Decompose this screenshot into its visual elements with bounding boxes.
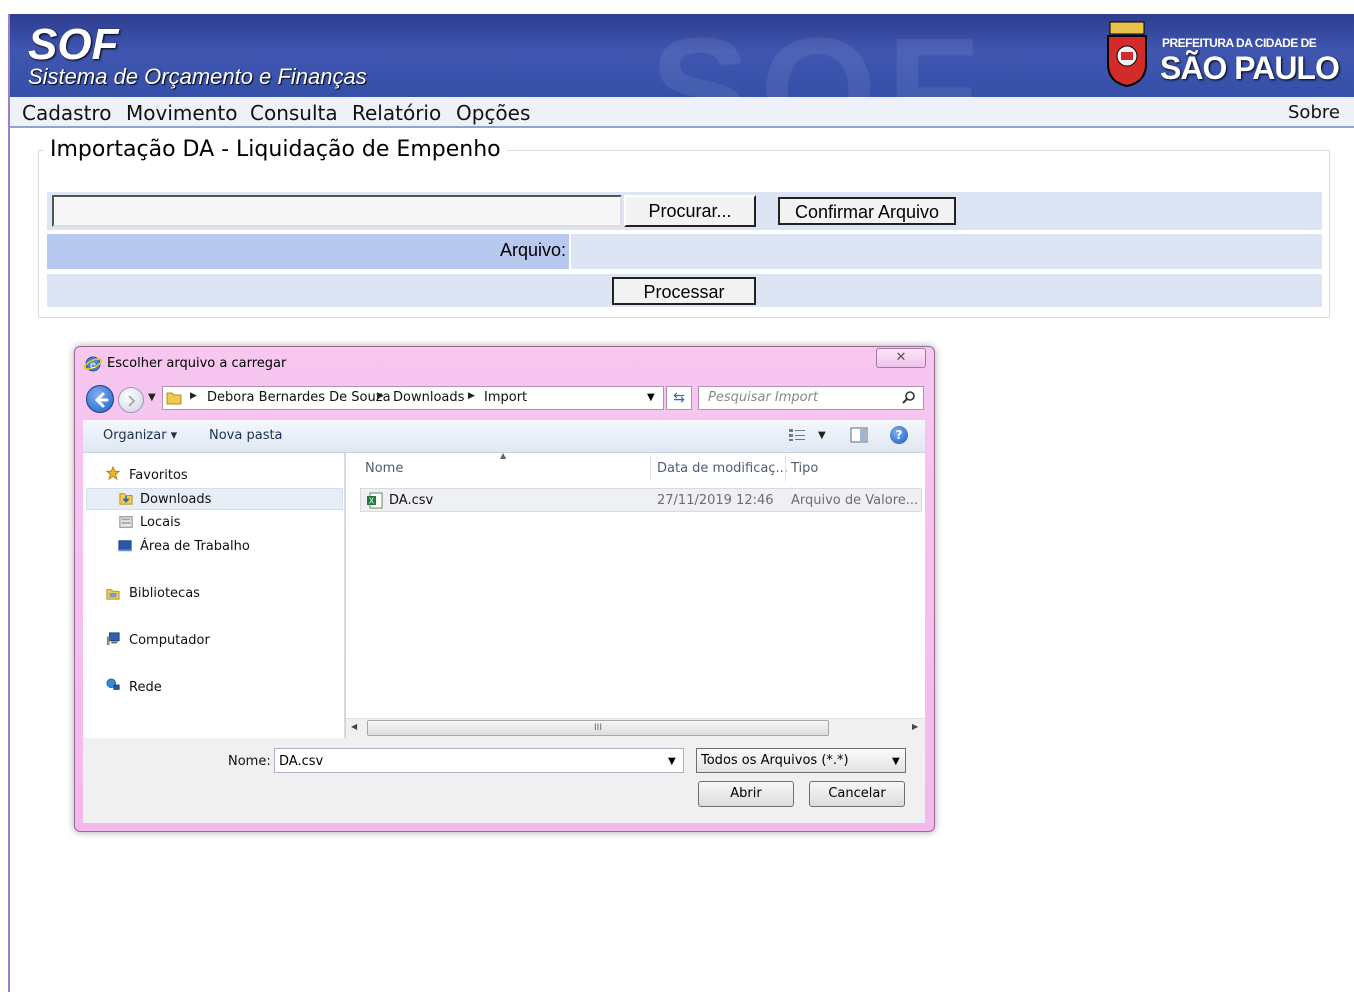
address-dropdown-icon[interactable]: ▼ — [647, 392, 655, 403]
network-icon — [106, 678, 120, 690]
view-options-icon[interactable] — [788, 428, 806, 442]
nav-libraries[interactable]: Bibliotecas — [129, 586, 200, 601]
forward-button[interactable] — [118, 387, 144, 413]
sof-subtitle: Sistema de Orçamento e Finanças — [28, 64, 367, 89]
ie-icon: e — [84, 356, 102, 372]
column-separator[interactable] — [785, 455, 786, 481]
dialog-title: Escolher arquivo a carregar — [107, 356, 287, 371]
svg-text:e: e — [90, 360, 96, 371]
menu-sobre[interactable]: Sobre — [1288, 102, 1340, 123]
nav-network[interactable]: Rede — [129, 680, 162, 695]
city-name-line1: PREFEITURA DA CIDADE DE — [1162, 36, 1317, 50]
history-dropdown-icon[interactable]: ▼ — [148, 392, 156, 403]
column-header-name[interactable]: Nome — [365, 461, 403, 476]
scroll-left-icon[interactable]: ◀ — [351, 722, 357, 731]
sof-logo: SOF — [28, 20, 119, 69]
dialog-close-button[interactable]: ✕ — [876, 348, 926, 368]
header-banner: SOF SOF Sistema de Orçamento e Finanças … — [10, 14, 1354, 97]
refresh-button[interactable]: ⇆ — [666, 386, 692, 410]
breadcrumb-user[interactable]: Debora Bernardes De Souza — [207, 390, 391, 405]
menu-bar: Cadastro Movimento Consulta Relatório Op… — [10, 97, 1354, 128]
help-icon[interactable]: ? — [890, 426, 908, 444]
nav-locais[interactable]: Locais — [140, 515, 180, 530]
column-separator[interactable] — [650, 455, 651, 481]
view-dropdown-icon[interactable]: ▼ — [818, 430, 826, 441]
nav-favorites[interactable]: Favoritos — [129, 468, 188, 483]
nav-computer[interactable]: Computador — [129, 633, 210, 648]
organize-menu[interactable]: Organizar ▾ — [103, 428, 177, 443]
city-emblem-icon — [1107, 21, 1147, 88]
menu-opcoes[interactable]: Opções — [456, 101, 530, 125]
browse-button[interactable]: Procurar... — [624, 195, 756, 227]
city-name-line2: SÃO PAULO — [1160, 50, 1340, 86]
folder-icon — [166, 392, 182, 405]
search-placeholder: Pesquisar Import — [708, 390, 819, 405]
open-button[interactable]: Abrir — [698, 781, 794, 807]
breadcrumb-import[interactable]: Import — [484, 390, 527, 405]
file-name-label: Nome: — [228, 754, 271, 769]
recent-places-icon — [119, 516, 133, 528]
cancel-button[interactable]: Cancelar — [809, 781, 905, 807]
sort-ascending-icon: ▲ — [500, 451, 507, 460]
search-icon[interactable] — [902, 390, 916, 404]
nav-downloads[interactable]: Downloads — [140, 492, 211, 507]
computer-icon — [106, 632, 120, 646]
scroll-right-icon[interactable]: ▶ — [912, 722, 918, 731]
process-button[interactable]: Processar — [612, 277, 756, 305]
scrollbar-thumb[interactable]: III — [367, 720, 829, 736]
file-name[interactable]: DA.csv — [389, 493, 433, 508]
svg-text:X: X — [369, 497, 375, 506]
file-name-input[interactable]: DA.csv — [274, 748, 684, 773]
star-icon — [105, 466, 121, 480]
file-value-cell — [571, 234, 1322, 269]
menu-relatorio[interactable]: Relatório — [352, 101, 441, 125]
menu-cadastro[interactable]: Cadastro — [22, 101, 111, 125]
preview-pane-icon[interactable] — [850, 427, 868, 443]
confirm-file-button[interactable]: Confirmar Arquivo — [778, 197, 956, 225]
desktop-icon — [118, 540, 132, 552]
breadcrumb-separator: ▶ — [190, 391, 197, 401]
page-title: Importação DA - Liquidação de Empenho — [44, 137, 507, 162]
file-path-input[interactable] — [52, 195, 622, 227]
downloads-folder-icon — [119, 493, 133, 505]
file-type: Arquivo de Valore... — [791, 493, 919, 508]
arrow-right-icon — [128, 395, 136, 407]
libraries-icon — [106, 589, 120, 600]
file-date: 27/11/2019 12:46 — [657, 493, 774, 508]
column-header-date[interactable]: Data de modificaç... — [657, 461, 788, 476]
nav-desktop[interactable]: Área de Trabalho — [140, 539, 250, 554]
breadcrumb-downloads[interactable]: Downloads — [393, 390, 464, 405]
back-button[interactable] — [86, 385, 114, 413]
page-left-border — [8, 14, 10, 992]
filter-dropdown-icon[interactable]: ▼ — [892, 756, 900, 767]
refresh-icon: ⇆ — [673, 390, 685, 406]
file-type-filter-select[interactable]: Todos os Arquivos (*.*) — [696, 748, 906, 773]
excel-file-icon: X — [367, 492, 383, 509]
arrow-left-icon — [94, 392, 109, 408]
file-label: Arquivo: — [499, 240, 566, 260]
column-header-type[interactable]: Tipo — [791, 461, 818, 476]
menu-consulta[interactable]: Consulta — [250, 101, 338, 125]
breadcrumb-separator: ▶ — [468, 391, 475, 401]
new-folder-button[interactable]: Nova pasta — [209, 428, 283, 443]
banner-watermark: SOF — [650, 14, 988, 97]
menu-movimento[interactable]: Movimento — [126, 101, 237, 125]
file-name-dropdown-icon[interactable]: ▼ — [668, 756, 676, 767]
breadcrumb-separator: ▶ — [377, 391, 384, 401]
